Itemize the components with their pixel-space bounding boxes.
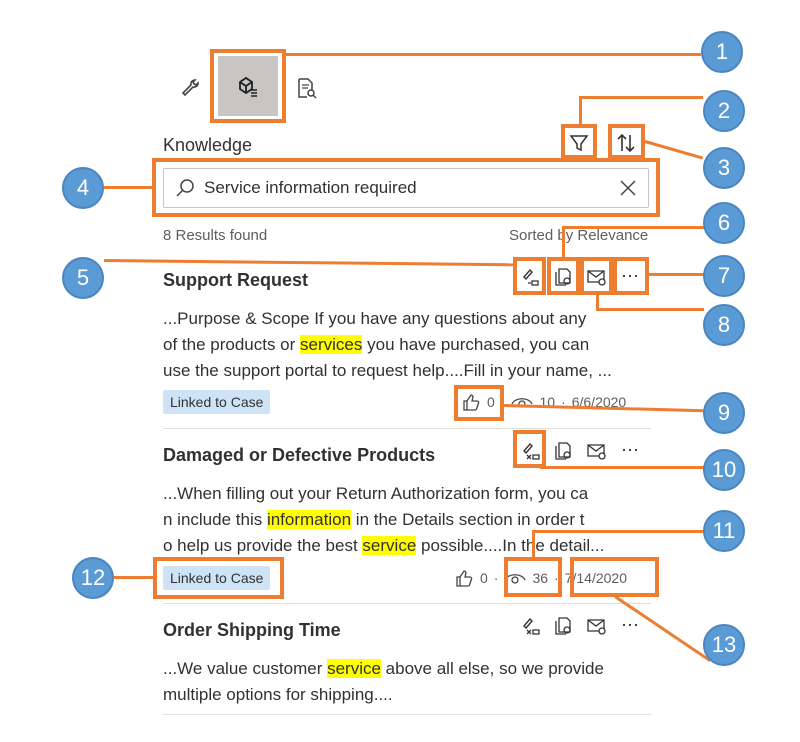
leader-line-5	[103, 259, 515, 267]
callout-11: 11	[703, 510, 745, 552]
snippet-text: above all else, so we provide	[380, 659, 604, 678]
article-snippet: ...When filling out your Return Authoriz…	[163, 481, 649, 559]
copy-link-icon[interactable]	[553, 615, 575, 637]
callout-3: 3	[703, 147, 745, 189]
snippet-line: of the products or services you have pur…	[163, 332, 649, 358]
snippet-line: ...When filling out your Return Authoriz…	[163, 481, 649, 507]
callout-6: 6	[703, 202, 745, 244]
link-to-case-highlight	[513, 257, 546, 295]
leader-line-12	[114, 576, 154, 579]
snippet-text: ...When filling out your Return Authoriz…	[163, 484, 589, 503]
callout-12: 12	[72, 557, 114, 599]
article-snippet: ...Purpose & Scope If you have any quest…	[163, 306, 649, 384]
keyword-highlight: information	[266, 510, 352, 529]
filter-highlight	[561, 124, 597, 159]
snippet-line: ...Purpose & Scope If you have any quest…	[163, 306, 649, 332]
leader-line-2b	[579, 96, 582, 126]
more-options-icon[interactable]: ⋯	[621, 615, 639, 636]
divider	[163, 603, 651, 604]
snippet-text: use the support portal to request help..…	[163, 361, 612, 380]
unlink-highlight	[513, 430, 546, 468]
sort-label: Sorted by Relevance	[509, 227, 649, 244]
callout-10: 10	[703, 449, 745, 491]
leader-line-7	[649, 273, 705, 276]
knowledge-tab-highlight	[210, 49, 286, 123]
leader-line-3	[644, 140, 704, 160]
like-count: 0	[480, 570, 488, 586]
results-count: 8 Results found	[163, 227, 268, 244]
email-link-icon[interactable]	[585, 615, 609, 637]
search-highlight	[152, 158, 660, 217]
leader-line-2a	[579, 96, 703, 99]
snippet-line: o help us provide the best service possi…	[163, 533, 649, 559]
leader-line-1	[286, 53, 701, 56]
views-highlight	[504, 557, 562, 597]
divider	[163, 428, 651, 429]
leader-line-6b	[562, 226, 565, 258]
snippet-text: o help us provide the best	[163, 536, 363, 555]
callout-5: 5	[62, 257, 104, 299]
article-title[interactable]: Support Request	[163, 270, 308, 291]
linked-badge-highlight	[153, 557, 284, 599]
unlink-from-case-icon[interactable]	[519, 615, 541, 637]
leader-line-8b	[596, 308, 704, 311]
callout-13: 13	[703, 624, 745, 666]
copy-link-icon[interactable]	[553, 440, 575, 462]
article-actions: ⋯	[515, 611, 650, 641]
leader-line-6a	[562, 226, 704, 229]
email-link-highlight	[580, 257, 613, 295]
snippet-text: in the Details section in order t	[351, 510, 585, 529]
like-highlight	[454, 385, 504, 421]
keyword-highlight: service	[362, 536, 417, 555]
snippet-line: ...We value customer service above all e…	[163, 656, 649, 682]
leader-line-8a	[596, 293, 599, 309]
wrench-icon[interactable]	[178, 76, 202, 100]
article-snippet: ...We value customer service above all e…	[163, 656, 649, 708]
document-search-icon[interactable]	[294, 76, 318, 100]
separator: ·	[493, 570, 499, 586]
snippet-text: multiple options for shipping....	[163, 685, 393, 704]
snippet-text: possible....In the detail...	[416, 536, 605, 555]
leader-line-11a	[532, 530, 704, 533]
linked-to-case-badge: Linked to Case	[163, 390, 271, 414]
sort-highlight	[608, 124, 645, 159]
keyword-highlight: service	[327, 659, 381, 678]
more-options-icon[interactable]: ⋯	[621, 440, 639, 461]
callout-4: 4	[62, 167, 104, 209]
snippet-text: of the products or	[163, 335, 301, 354]
keyword-highlight: services	[300, 335, 363, 354]
callout-1: 1	[701, 31, 743, 73]
article-title[interactable]: Order Shipping Time	[163, 620, 341, 641]
date-highlight	[570, 557, 659, 597]
callout-9: 9	[703, 392, 745, 434]
leader-line-11b	[532, 530, 535, 559]
snippet-text: n include this	[163, 510, 267, 529]
snippet-text: you have purchased, you can	[362, 335, 590, 354]
more-options-highlight	[613, 257, 649, 295]
copy-link-highlight	[547, 257, 580, 295]
snippet-text: ...We value customer	[163, 659, 328, 678]
divider	[163, 714, 651, 715]
snippet-line: use the support portal to request help..…	[163, 358, 649, 384]
thumbs-up-icon[interactable]	[454, 568, 474, 588]
snippet-text: ...Purpose & Scope If you have any quest…	[163, 309, 587, 328]
leader-line-4	[104, 186, 154, 189]
callout-7: 7	[703, 255, 745, 297]
callout-2: 2	[703, 90, 745, 132]
email-link-icon[interactable]	[585, 440, 609, 462]
snippet-line: multiple options for shipping....	[163, 682, 649, 708]
leader-line-10	[540, 466, 705, 469]
panel-title: Knowledge	[163, 135, 253, 155]
article-title[interactable]: Damaged or Defective Products	[163, 445, 435, 466]
callout-8: 8	[703, 304, 745, 346]
